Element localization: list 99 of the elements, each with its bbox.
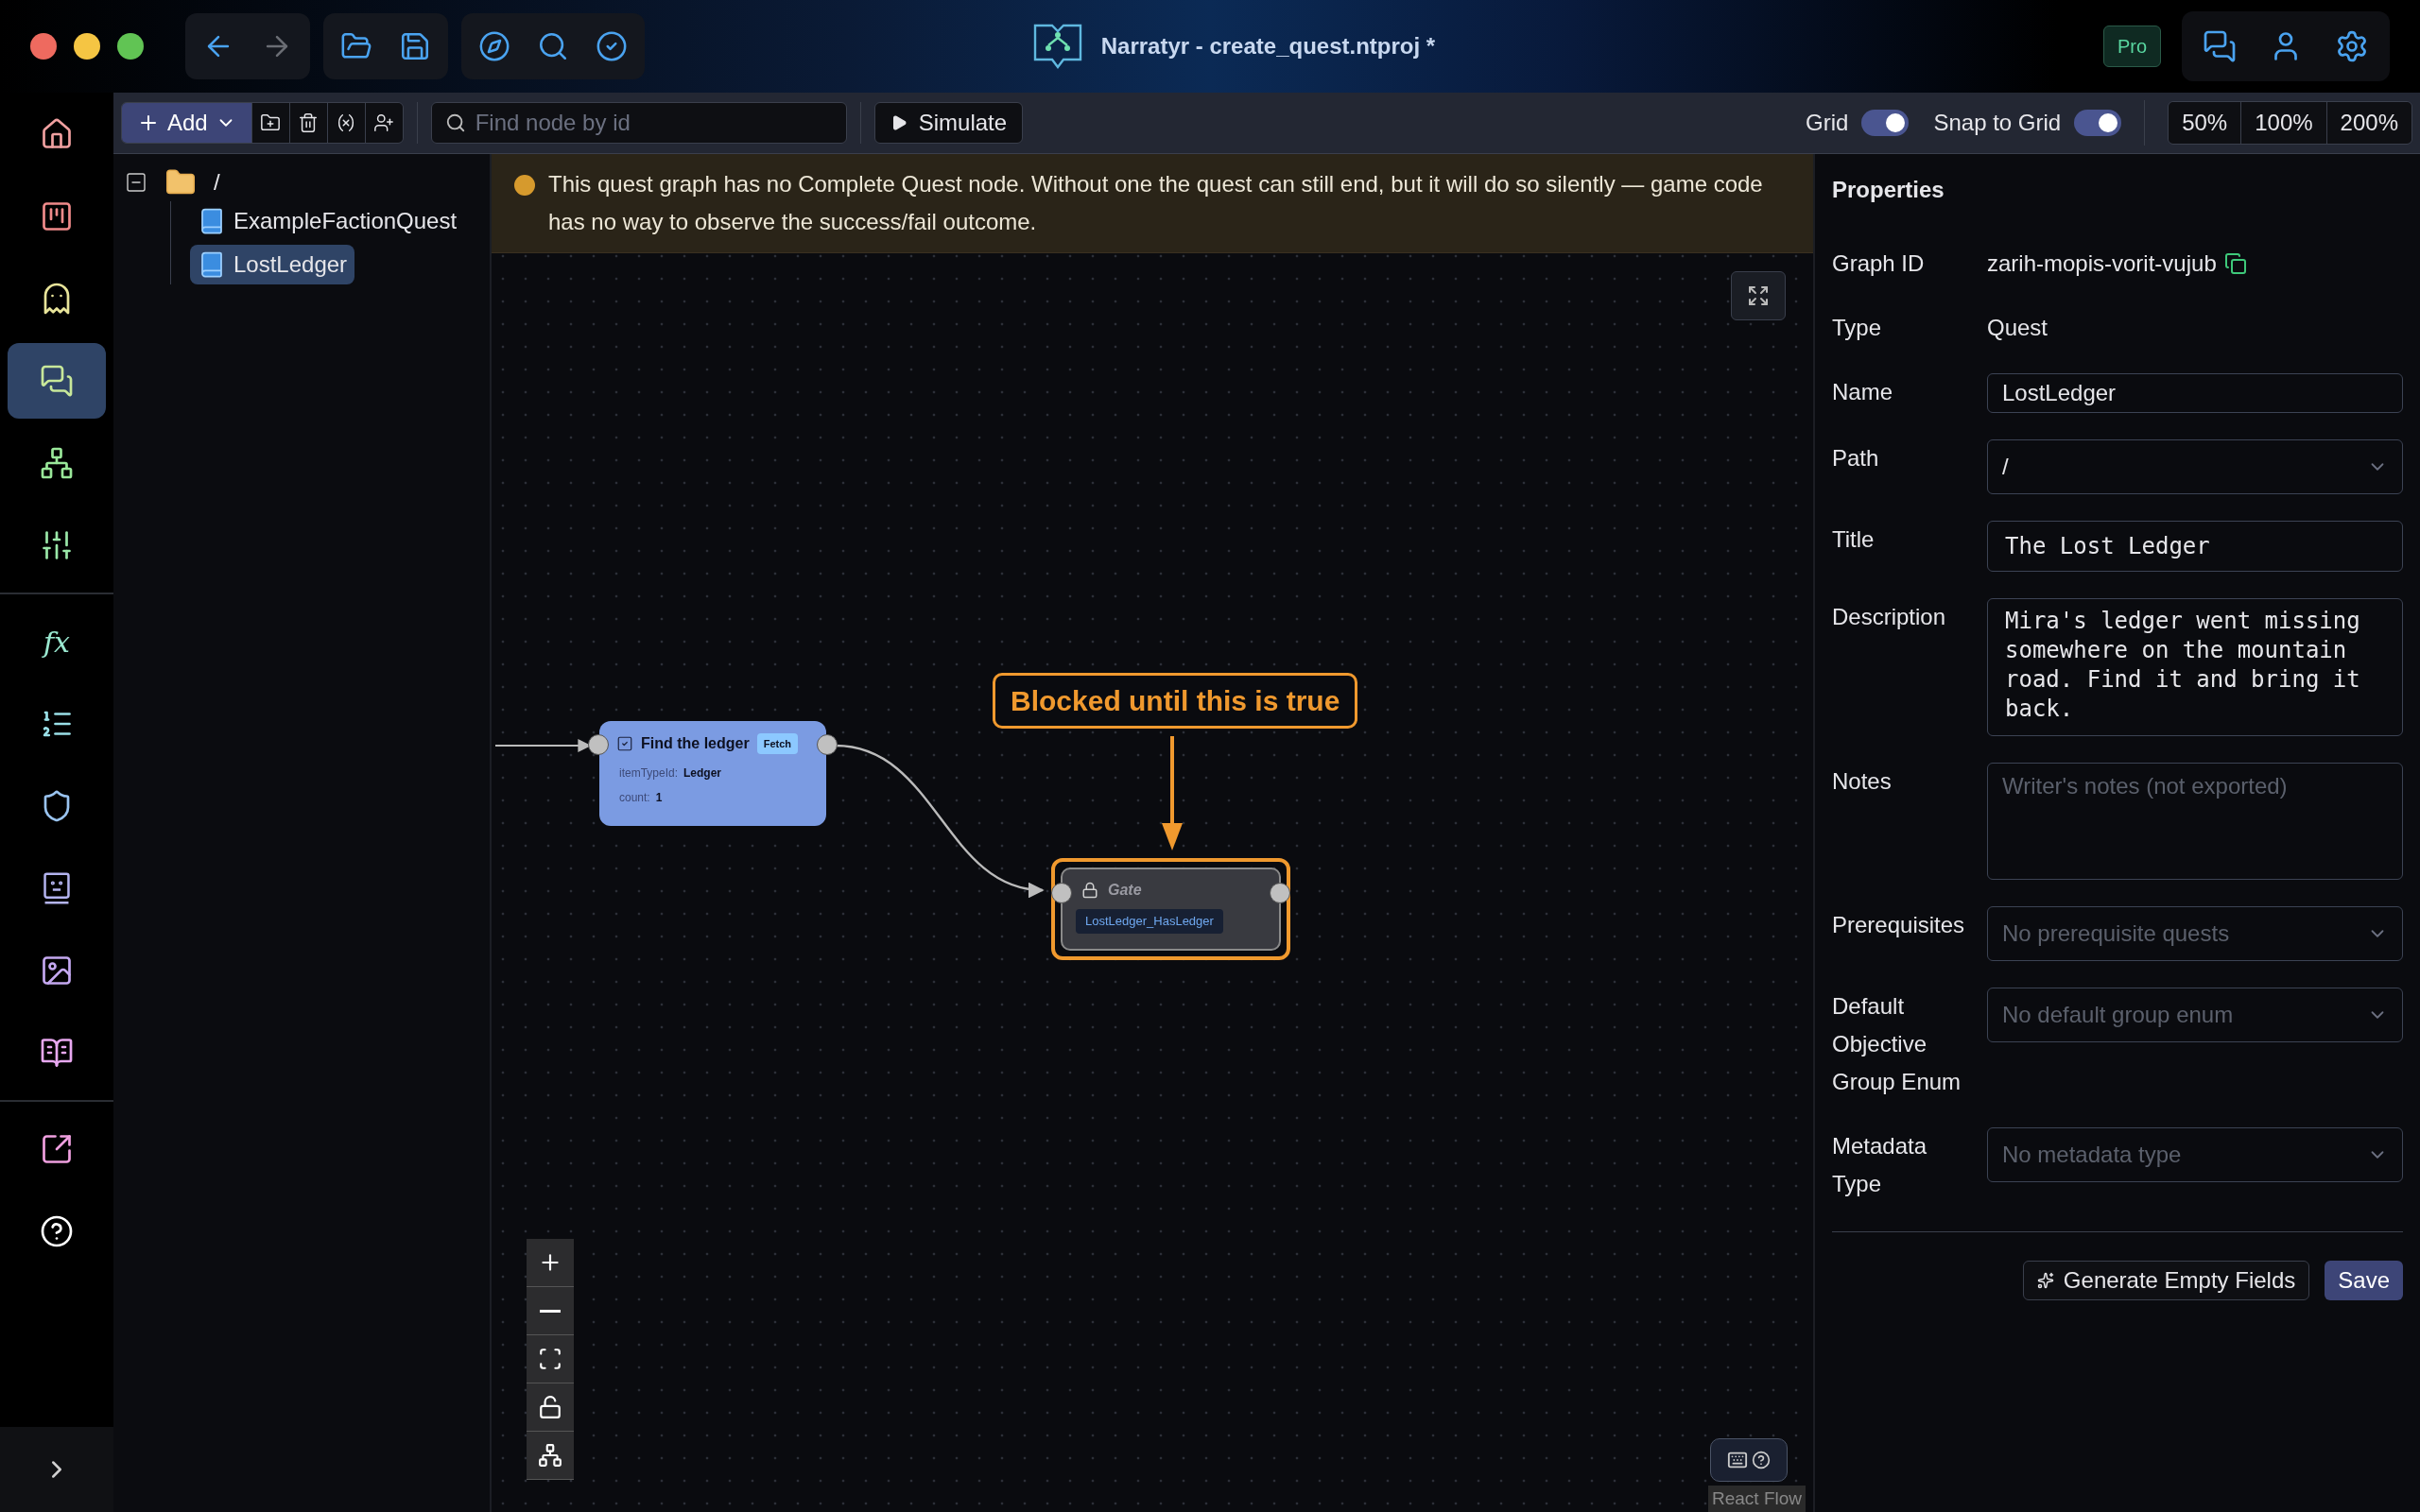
description-field[interactable]: Mira's ledger went missing somewhere on the mountain road. Find it and bring it back.	[1987, 598, 2403, 736]
field-label: Description	[1832, 604, 1946, 629]
generate-fields-button[interactable]: Generate Empty Fields	[2022, 1261, 2310, 1300]
lock-icon	[1081, 882, 1098, 899]
node-title: Find the ledger	[641, 734, 750, 753]
tree-item[interactable]: ExampleFactionQuest	[190, 201, 465, 241]
connection-handle[interactable]	[588, 734, 609, 755]
shortcuts-button[interactable]	[1710, 1438, 1788, 1482]
name-field[interactable]: LostLedger	[1987, 373, 2403, 413]
trash-icon	[298, 112, 320, 133]
zoom-level-button[interactable]: 100%	[2240, 102, 2326, 144]
layout-icon	[538, 1443, 562, 1468]
checkbox[interactable]	[616, 735, 633, 752]
toggle-switch[interactable]	[1861, 110, 1910, 136]
unlock-button[interactable]	[527, 1383, 574, 1432]
field-label: Title	[1832, 526, 1875, 552]
functions-tab[interactable]: fx	[8, 604, 106, 679]
zoom-out-icon	[540, 1309, 561, 1313]
save-icon	[399, 30, 431, 62]
image-icon	[40, 954, 74, 988]
field-key: count:	[619, 789, 650, 806]
collapse-toggle[interactable]	[125, 171, 147, 194]
objective-node[interactable]: Find the ledger Fetch itemTypeId: Ledger count: 1	[599, 721, 826, 826]
toggle-label: Snap to Grid	[1933, 109, 2062, 137]
warning-icon	[514, 175, 535, 196]
search-icon	[444, 112, 466, 133]
expand-icon	[1747, 284, 1770, 307]
trash-button[interactable]	[288, 103, 327, 143]
help-icon	[1752, 1451, 1771, 1469]
board-icon	[40, 199, 74, 233]
add-user-icon	[373, 112, 395, 133]
field-label: Default Objective Group Enum	[1832, 993, 1962, 1094]
add-button[interactable]: Add	[122, 103, 251, 143]
dropdown-field[interactable]: /	[1987, 439, 2403, 494]
layout-button[interactable]	[527, 1432, 574, 1480]
add-user-button[interactable]	[364, 103, 403, 143]
unlock-icon	[538, 1395, 562, 1419]
tree-item[interactable]: LostLedger	[190, 245, 355, 284]
new-folder-button[interactable]	[251, 103, 289, 143]
search-field[interactable]: Find node by id	[430, 102, 847, 144]
callout-label: Blocked until this is true	[993, 673, 1358, 729]
simulate-button[interactable]: Simulate	[873, 102, 1024, 144]
panel-title: Properties	[1832, 176, 1945, 204]
keyboard-icon	[1727, 1450, 1748, 1470]
field-value: Ledger	[683, 765, 722, 782]
zoom-out-button[interactable]	[527, 1287, 574, 1335]
field-value: zarih-mopis-vorit-vujub	[1987, 249, 2217, 278]
compass-icon	[478, 30, 510, 62]
tree-item[interactable]: /	[214, 165, 220, 199]
chat-tab[interactable]	[8, 343, 106, 419]
zoom-in-button[interactable]	[527, 1239, 574, 1287]
toggle-switch[interactable]	[2074, 110, 2122, 136]
search-icon	[537, 30, 569, 62]
field-label: Graph ID	[1832, 250, 1925, 276]
variable-button[interactable]	[326, 103, 365, 143]
field-label: Type	[1832, 315, 1882, 340]
help-icon	[40, 1214, 74, 1248]
gate-node[interactable]: Gate LostLedger_HasLedger	[1051, 858, 1290, 960]
warning-text: This quest graph has no Complete Quest node. Without one the quest can still end, but it will do so silently — game code has no way to observe the success/fail outcome.	[548, 170, 1764, 236]
save-button[interactable]: Save	[2325, 1261, 2403, 1300]
fit-view-button[interactable]	[527, 1335, 574, 1383]
minimize-window-button[interactable]	[74, 33, 100, 60]
field-label: Name	[1832, 379, 1893, 404]
title-field[interactable]: The Lost Ledger	[1987, 521, 2403, 572]
field-value: 1	[655, 790, 663, 806]
field-value: Quest	[1987, 314, 2048, 342]
condition-chip: LostLedger_HasLedger	[1076, 909, 1223, 934]
home-icon	[40, 117, 74, 151]
attribution-link[interactable]: React Flow	[1707, 1485, 1806, 1512]
field-key: itemTypeId:	[619, 765, 679, 782]
field-label: Metadata Type	[1832, 1133, 1927, 1196]
fit-view-icon	[538, 1347, 562, 1371]
maximize-window-button[interactable]	[117, 33, 144, 60]
book-icon	[40, 1036, 74, 1070]
field-label: Notes	[1832, 768, 1892, 794]
face-icon	[41, 871, 73, 905]
node-tag: Fetch	[756, 732, 798, 755]
field-label: Path	[1832, 445, 1879, 471]
chat-icon	[2203, 29, 2237, 63]
sparkle-icon	[2036, 1272, 2054, 1289]
zoom-level-button[interactable]: 200%	[2325, 102, 2411, 144]
copy-icon[interactable]	[2223, 252, 2247, 275]
sliders-icon	[40, 528, 74, 562]
settings-icon	[2335, 29, 2369, 63]
close-window-button[interactable]	[30, 33, 57, 60]
connection-handle[interactable]	[1051, 883, 1072, 903]
new-folder-icon	[260, 112, 282, 133]
pro-badge: Pro	[2102, 26, 2161, 67]
export-icon	[40, 1132, 74, 1166]
zoom-level-button[interactable]: 50%	[2169, 102, 2241, 144]
fullscreen-button[interactable]	[1731, 271, 1786, 320]
chat-icon	[40, 364, 74, 398]
connection-handle[interactable]	[1270, 883, 1290, 903]
window-title: Narratyr - create_quest.ntproj *	[1100, 32, 1436, 60]
check-icon	[596, 30, 628, 62]
toggle-label: Grid	[1806, 109, 1849, 137]
hierarchy-icon	[40, 446, 74, 480]
field-label: Prerequisites	[1832, 912, 1965, 937]
node-title: Gate	[1108, 881, 1142, 900]
